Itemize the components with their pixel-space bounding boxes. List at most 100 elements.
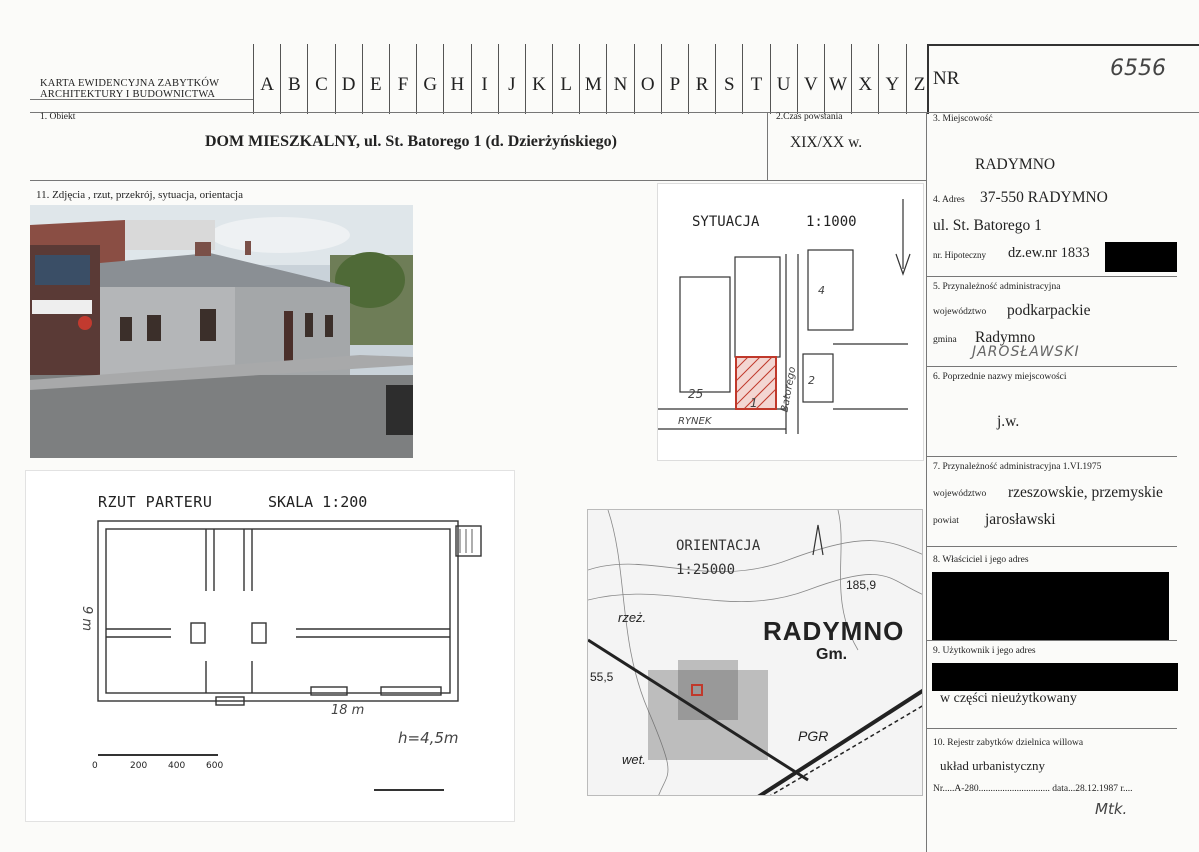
scale-bar [98,754,218,756]
miejscowosc-label: 3. Miejscowość [933,114,993,124]
czas-label: 2.Czas powstania [776,112,843,122]
woj-value: podkarpackie [1007,302,1091,319]
divider [30,180,926,181]
letter-cell: K [524,44,552,114]
building-photo [30,205,413,458]
adres-value-line2: ul. St. Batorego 1 [933,217,1042,234]
adres-value-line1: 37-550 RADYMNO [980,189,1108,206]
situation-label-1: 1 [750,396,758,410]
divider [927,546,1177,547]
letter-cell: N [606,44,633,114]
rejestr-value: układ urbanistyczny [940,758,1046,773]
woj1975-label: województwo [933,489,987,499]
divider [927,728,1177,729]
gmina-handwritten: JAROSŁAWSKI [972,344,1080,360]
signature: Mtk. [1095,800,1128,818]
floor-plan-panel: RZUT PARTERU SKALA 1:200 18 m 9 m h=4,5m… [25,470,515,822]
letter-cell: P [660,44,688,114]
poprzednie-value: j.w. [997,413,1020,430]
orientation-label: wet. [622,752,646,767]
letter-cell: L [552,44,579,114]
letter-cell: U [769,44,797,114]
divider [30,99,253,100]
scale-tick-label: 600 [206,761,224,771]
orientation-label: 55,5 [590,670,614,684]
poprzednie-label: 6. Poprzednie nazwy miejscowości [933,372,1067,382]
letter-cell: C [307,44,334,114]
scale-bar-ticks: 0 200 400 600 [92,761,242,775]
miejscowosc-value: RADYMNO [975,156,1056,173]
photos-label: 11. Zdjęcia , rzut, przekrój, sytuacja, … [36,189,243,201]
letter-cell: F [388,44,416,114]
powiat-value: jarosławski [985,511,1056,528]
divider [30,112,1199,113]
situation-label-25: 25 [688,387,704,401]
przynaleznosc-label: 5. Przynależność administracyjna [933,282,1061,292]
uzytkownik-value: w części nieużytkowany [940,691,1077,706]
card-title: KARTA EWIDENCYJNA ZABYTKÓW ARCHITEKTURY … [40,78,220,100]
orientation-scale: 1:25000 [676,562,736,578]
plan-width-dim: 18 m [331,703,365,718]
divider [927,276,1177,277]
gmina-label: gmina [933,335,957,345]
divider [926,112,927,852]
letter-cell: D [334,44,362,114]
woj1975-value: rzeszowskie, przemyskie [1008,484,1163,501]
plan-height-note: h=4,5m [398,729,459,747]
letter-cell: S [715,44,742,114]
plan-depth-dim: 9 m [79,605,95,632]
scale-tick-label: 400 [168,761,186,771]
orientation-pgr: PGR [798,728,829,744]
scale-tick-label: 200 [130,761,148,771]
orientation-title: ORIENTACJA [676,538,761,554]
orientation-map: ORIENTACJA 1:25000 RADYMNO Gm. 185,9 PGR… [587,509,923,796]
orientation-town: RADYMNO [763,616,905,646]
powiat-label: powiat [933,516,959,526]
czas-value: XIX/XX w. [790,134,863,151]
situation-street-rynek: RYNEK [678,416,712,427]
situation-map: SYTUACJA 1:1000 25 1 2 4 RYNEK Batorego [657,183,924,461]
letter-cell: M [579,44,606,114]
rejestr-number-line: Nr.....A-280............................… [933,784,1133,794]
record-card: KARTA EWIDENCYJNA ZABYTKÓW ARCHITEKTURY … [0,0,1199,852]
letter-cell: A [253,44,280,114]
rejestr-label: 10. Rejestr zabytków dzielnica willowa [933,738,1084,748]
orientation-elevation: 185,9 [846,578,877,592]
adres-label: 4. Adres [933,195,965,205]
divider [927,366,1177,367]
letter-cell: X [851,44,878,114]
letter-cell: I [470,44,498,114]
letter-cell: H [443,44,470,114]
floor-plan-drawing [97,520,482,706]
orientation-gm: Gm. [816,646,848,663]
wlasciciel-label: 8. Właściciel i jego adres [933,555,1029,565]
woj-label: województwo [933,307,987,317]
divider [927,640,1177,641]
divider [767,112,768,180]
hipoteczny-label: nr. Hipoteczny [933,250,986,260]
letter-cell: O [633,44,661,114]
letter-index-row: ABCDEFGHIJKLMNOPRSTUVWXYZ [253,44,933,114]
letter-cell: G [416,44,443,114]
letter-cell: T [742,44,769,114]
redaction-block [1105,242,1177,272]
letter-cell: J [497,44,525,114]
hipoteczny-value: dz.ew.nr 1833 [1008,245,1090,261]
redaction-block [932,663,1178,691]
nr-value: 6556 [1110,56,1166,81]
obiekt-label: 1. Obiekt [40,112,76,122]
situation-label-4: 4 [818,284,825,297]
orientation-label: rzeż. [618,610,647,625]
nr-label: NR [933,68,960,89]
letter-cell: E [361,44,389,114]
przyn1975-label: 7. Przynależność administracyjna 1.VI.19… [933,462,1102,472]
letter-cell: R [688,44,715,114]
scale-tick-label: 0 [92,761,98,771]
letter-cell: B [280,44,307,114]
obiekt-value: DOM MIESZKALNY, ul. St. Batorego 1 (d. D… [205,133,617,150]
letter-cell: V [796,44,824,114]
letter-cell: W [823,44,851,114]
situation-label-2: 2 [808,374,815,387]
plan-title: RZUT PARTERU [98,493,213,511]
plan-scale: SKALA 1:200 [268,493,368,511]
